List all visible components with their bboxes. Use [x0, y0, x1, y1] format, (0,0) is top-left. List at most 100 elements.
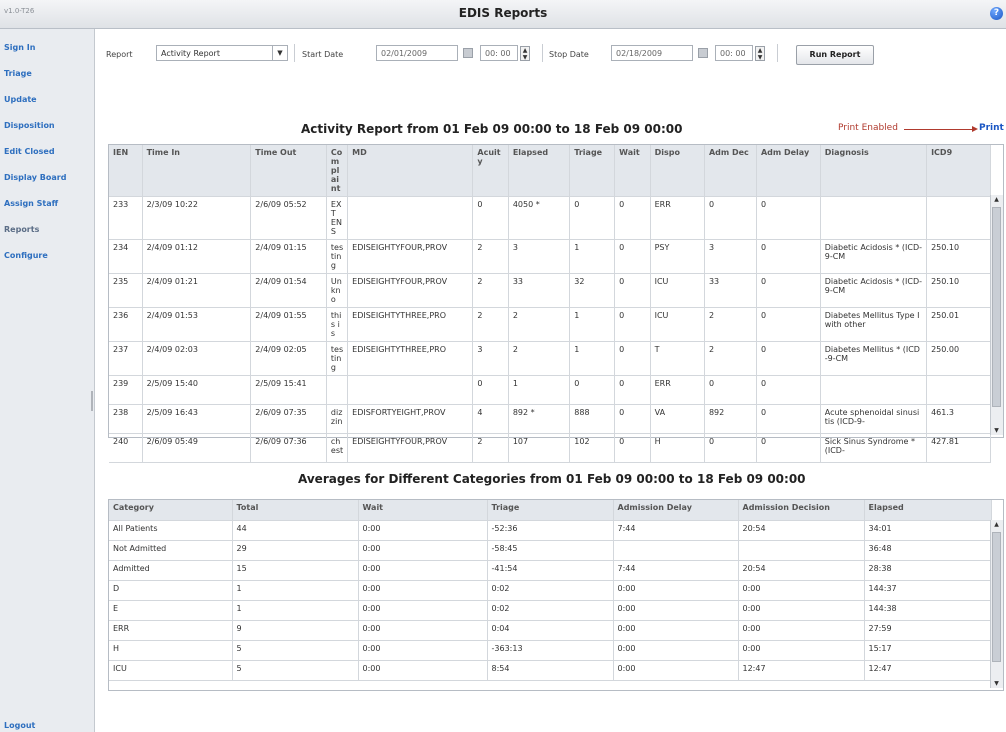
table-row[interactable]: 233 2/3/09 10:22 2/6/09 05:52 EXT ENS 0 4050 … — [109, 196, 991, 240]
table-row[interactable]: Admitted 15 0:00 -41:54 7:44 20:54 28:38 — [109, 560, 992, 581]
logout-link[interactable]: Logout — [4, 721, 35, 730]
table-cell: this is — [326, 307, 349, 342]
stop-time-spinner[interactable]: ▲ ▼ — [755, 46, 765, 61]
sidebar-item-update[interactable]: Update — [4, 95, 37, 104]
table-cell: 2/4/09 01:12 — [142, 239, 252, 274]
table-row[interactable]: D 1 0:00 0:02 0:00 0:00 144:37 — [109, 580, 992, 601]
table-cell: 2/6/09 05:52 — [250, 196, 327, 240]
calendar-icon[interactable] — [698, 48, 708, 58]
start-date-label: Start Date — [302, 50, 344, 59]
column-header[interactable]: ICD9 — [926, 145, 991, 197]
column-header[interactable]: Complaint — [326, 145, 349, 197]
sidebar-item-sign-in[interactable]: Sign In — [4, 43, 35, 52]
sidebar-item-triage[interactable]: Triage — [4, 69, 32, 78]
column-header[interactable]: Diagnosis — [820, 145, 928, 197]
table-cell: 0:00 — [613, 640, 739, 661]
sidebar-item-edit-closed[interactable]: Edit Closed — [4, 147, 55, 156]
table-cell: 2/6/09 07:36 — [250, 433, 327, 463]
activity-scrollbar[interactable]: ▲ ▼ — [990, 195, 1003, 435]
divider — [294, 44, 295, 62]
table-row[interactable]: E 1 0:00 0:02 0:00 0:00 144:38 — [109, 600, 992, 621]
table-cell — [820, 196, 928, 240]
column-header[interactable]: Triage — [569, 145, 616, 197]
table-row[interactable]: 237 2/4/09 02:03 2/4/09 02:05 testing EDISEI… — [109, 341, 991, 376]
calendar-icon[interactable] — [463, 48, 473, 58]
scroll-down-icon[interactable]: ▼ — [992, 679, 1001, 688]
print-link[interactable]: Print — [979, 123, 1004, 133]
table-row[interactable]: ICU 5 0:00 8:54 0:00 12:47 12:47 — [109, 660, 992, 681]
column-header[interactable]: Admission Delay — [613, 500, 739, 521]
table-cell: 888 — [569, 404, 616, 434]
sidebar-item-configure[interactable]: Configure — [4, 251, 48, 260]
table-cell: 238 — [109, 404, 143, 434]
column-header[interactable]: Wait — [358, 500, 488, 521]
table-row[interactable]: 236 2/4/09 01:53 2/4/09 01:55 this is EDISEI… — [109, 307, 991, 342]
scroll-up-icon[interactable]: ▲ — [992, 195, 1001, 204]
sidebar-splitter[interactable] — [91, 391, 93, 411]
table-row[interactable]: 238 2/5/09 16:43 2/6/09 07:35 dizzin EDISFOR… — [109, 404, 991, 434]
report-toolbar: Report Activity Report ▼ Start Date 02/0… — [94, 40, 1006, 65]
averages-title: Averages for Different Categories from 0… — [298, 472, 806, 486]
column-header[interactable]: Admission Decision — [738, 500, 865, 521]
table-row[interactable]: All Patients 44 0:00 -52:36 7:44 20:54 34:01 — [109, 520, 992, 541]
stop-date-input[interactable]: 02/18/2009 — [611, 45, 693, 61]
table-cell: 2/4/09 01:53 — [142, 307, 252, 342]
scroll-down-icon[interactable]: ▼ — [992, 426, 1001, 435]
table-row[interactable]: 235 2/4/09 01:21 2/4/09 01:54 Unkno EDISEIGH… — [109, 273, 991, 308]
column-header[interactable]: Total — [232, 500, 359, 521]
table-row[interactable]: H 5 0:00 -363:13 0:00 0:00 15:17 — [109, 640, 992, 661]
table-row[interactable]: 234 2/4/09 01:12 2/4/09 01:15 testing EDISEI… — [109, 239, 991, 274]
table-cell: 32 — [569, 273, 616, 308]
table-cell: 144:38 — [864, 600, 992, 621]
column-header[interactable]: MD — [347, 145, 474, 197]
table-cell: 0 — [756, 375, 821, 405]
column-header[interactable]: IEN — [109, 145, 143, 197]
run-report-button[interactable]: Run Report — [796, 45, 874, 65]
table-row[interactable]: ERR 9 0:00 0:04 0:00 0:00 27:59 — [109, 620, 992, 641]
start-time-spinner[interactable]: ▲ ▼ — [520, 46, 530, 61]
column-header[interactable]: Time In — [142, 145, 252, 197]
table-row[interactable]: 239 2/5/09 15:40 2/5/09 15:41 0 1 0 0 ERR 0 0 — [109, 375, 991, 405]
averages-scrollbar[interactable]: ▲ ▼ — [990, 520, 1003, 688]
column-header[interactable]: Category — [109, 500, 233, 521]
table-cell: 2/3/09 10:22 — [142, 196, 252, 240]
table-cell: 0 — [756, 196, 821, 240]
table-cell: 1 — [569, 307, 616, 342]
start-time-input[interactable]: 00: 00 — [480, 45, 518, 61]
arrow-head-icon — [972, 126, 978, 132]
stop-time-input[interactable]: 00: 00 — [715, 45, 753, 61]
column-header[interactable]: Adm Dec — [704, 145, 757, 197]
table-cell — [738, 540, 865, 561]
column-header[interactable]: Adm Delay — [756, 145, 821, 197]
help-icon[interactable]: ? — [990, 7, 1003, 20]
table-cell: Diabetic Acidosis * (ICD-9-CM — [820, 273, 928, 308]
sidebar-item-display-board[interactable]: Display Board — [4, 173, 66, 182]
table-cell: VA — [650, 404, 705, 434]
table-cell: 2/4/09 02:05 — [250, 341, 327, 376]
column-header[interactable]: Acuity — [472, 145, 509, 197]
start-date-input[interactable]: 02/01/2009 — [376, 45, 458, 61]
column-header[interactable]: Time Out — [250, 145, 327, 197]
table-cell: 461.3 — [926, 404, 991, 434]
table-cell: 9 — [232, 620, 359, 641]
table-cell: 240 — [109, 433, 143, 463]
table-cell: 12:47 — [864, 660, 992, 681]
table-cell: 0 — [614, 273, 651, 308]
chevron-down-icon[interactable]: ▼ — [272, 46, 287, 60]
column-header[interactable]: Wait — [614, 145, 651, 197]
column-header[interactable]: Triage — [487, 500, 614, 521]
sidebar-item-reports[interactable]: Reports — [4, 225, 39, 234]
sidebar-item-disposition[interactable]: Disposition — [4, 121, 55, 130]
scroll-up-icon[interactable]: ▲ — [992, 520, 1001, 529]
table-cell: 0:00 — [738, 640, 865, 661]
scroll-thumb[interactable] — [992, 532, 1001, 662]
scroll-thumb[interactable] — [992, 207, 1001, 407]
table-row[interactable]: 240 2/6/09 05:49 2/6/09 07:36 chest EDISEIGH… — [109, 433, 991, 463]
table-cell: 2/4/09 01:55 — [250, 307, 327, 342]
column-header[interactable]: Dispo — [650, 145, 705, 197]
sidebar-item-assign-staff[interactable]: Assign Staff — [4, 199, 58, 208]
column-header[interactable]: Elapsed — [864, 500, 992, 521]
column-header[interactable]: Elapsed — [508, 145, 571, 197]
table-row[interactable]: Not Admitted 29 0:00 -58:45 36:48 — [109, 540, 992, 561]
report-select[interactable]: Activity Report ▼ — [156, 45, 288, 61]
